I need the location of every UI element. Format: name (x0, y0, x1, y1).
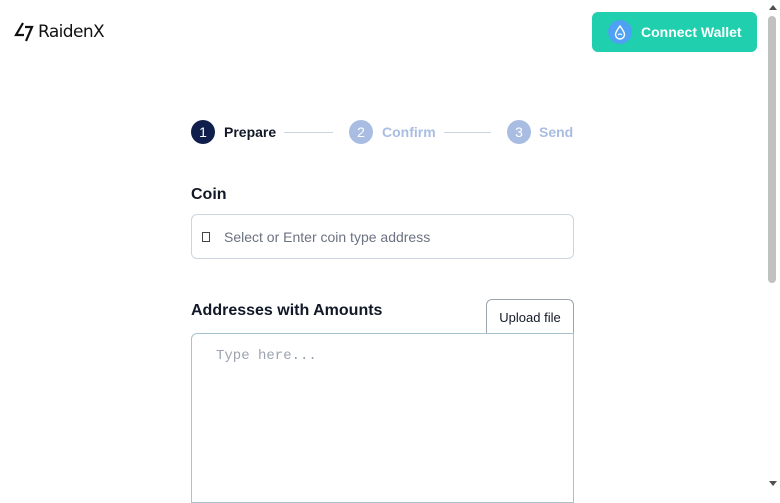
step-connector-2 (444, 132, 491, 133)
step-1-label: Prepare (224, 124, 277, 140)
scroll-thumb[interactable] (768, 16, 776, 283)
step-3-label: Send (539, 124, 574, 140)
page-scrollbar[interactable] (766, 0, 780, 493)
scroll-down-arrow[interactable] (769, 481, 777, 486)
connect-wallet-button[interactable]: Connect Wallet (592, 12, 757, 52)
coin-select-field[interactable] (191, 214, 574, 259)
addresses-textarea[interactable] (191, 333, 574, 503)
sui-droplet-icon (608, 20, 632, 44)
step-1-circle: 1 (191, 120, 215, 144)
upload-file-button[interactable]: Upload file (486, 299, 574, 334)
connect-wallet-label: Connect Wallet (641, 24, 742, 40)
coin-label: Coin (191, 186, 227, 203)
step-connector-1 (284, 132, 333, 133)
coin-icon (202, 231, 210, 242)
step-2-label: Confirm (382, 124, 436, 140)
coin-input[interactable] (222, 227, 556, 246)
app-header: RaidenX Connect Wallet (0, 0, 766, 64)
step-2-circle: 2 (349, 120, 373, 144)
addresses-label: Addresses with Amounts (191, 302, 383, 319)
logo-text: RaidenX (38, 22, 105, 42)
raidenx-logo-icon (14, 22, 34, 42)
logo[interactable]: RaidenX (14, 20, 105, 44)
stepper: 1 Prepare 2 Confirm 3 Send (191, 120, 574, 144)
scroll-up-arrow[interactable] (769, 5, 777, 10)
step-3-circle: 3 (507, 120, 531, 144)
